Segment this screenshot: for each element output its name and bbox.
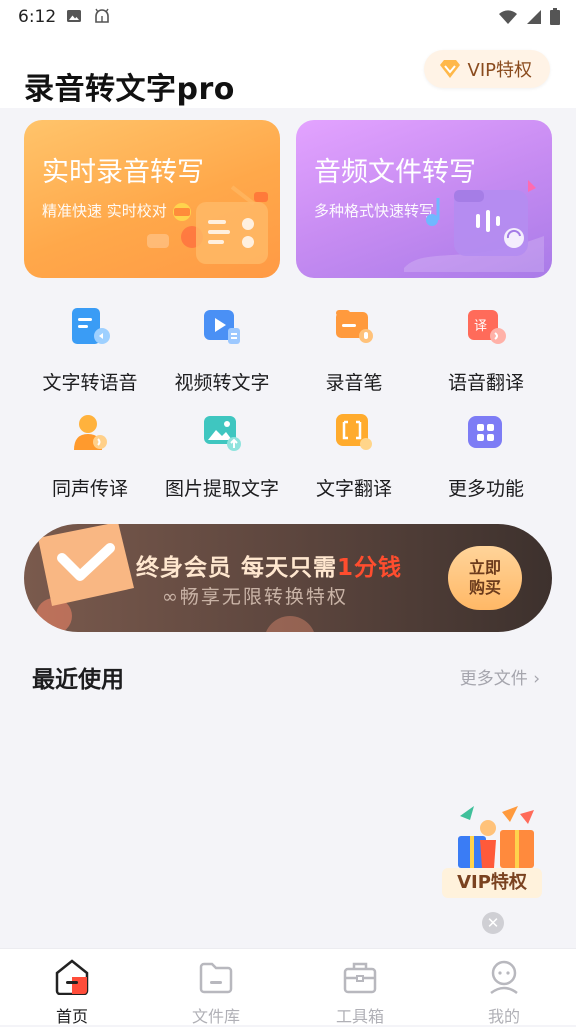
banner-headline: 终身会员 每天只需1分钱: [136, 548, 402, 582]
feature-simultaneous-interpret[interactable]: 同声传译: [24, 410, 156, 501]
video-to-text-icon: [204, 310, 240, 344]
recent-section-title: 最近使用: [32, 667, 124, 693]
tab-profile[interactable]: 我的: [454, 959, 554, 1027]
gift-box-icon: [458, 806, 534, 868]
feature-label: 文字转语音: [42, 372, 138, 394]
feature-more[interactable]: 更多功能: [420, 410, 552, 501]
image-ocr-icon: [204, 416, 241, 451]
radio-icon: [147, 185, 268, 264]
buy-now-button[interactable]: 立即 购买: [448, 546, 522, 610]
recorder-pen-icon: [336, 310, 373, 343]
voice-translate-icon: 译: [468, 310, 506, 344]
feature-recorder-pen[interactable]: 录音笔: [288, 304, 420, 395]
banner-price-highlight: 1分钱: [337, 555, 403, 581]
text-translate-icon: [336, 414, 372, 450]
checkmark-badge-icon: [36, 524, 134, 632]
tab-label: 文件库: [191, 1007, 240, 1026]
vip-privilege-button[interactable]: VIP特权: [423, 50, 550, 88]
banner-headline-text: 终身会员 每天只需: [136, 555, 338, 581]
buy-button-line2: 购买: [468, 578, 501, 597]
feature-label: 文字翻译: [315, 478, 392, 500]
feature-label: 视频转文字: [174, 372, 270, 394]
tab-toolbox[interactable]: 工具箱: [310, 959, 410, 1027]
profile-icon: [490, 960, 518, 995]
status-time: 6:12: [18, 7, 57, 27]
notification-icons: [66, 8, 112, 24]
floating-vip-label: VIP特权: [442, 868, 542, 898]
feature-label: 录音笔: [325, 372, 383, 394]
audio-file-transcribe-card[interactable]: 音频文件转写 多种格式快速转写: [296, 120, 552, 278]
realtime-transcribe-card[interactable]: 实时录音转写 精准快速 实时校对: [24, 120, 280, 278]
feature-label: 语音翻译: [447, 372, 524, 394]
more-features-icon: [468, 416, 502, 448]
tab-file-library[interactable]: 文件库: [166, 959, 266, 1027]
feature-image-ocr[interactable]: 图片提取文字: [156, 410, 288, 501]
app-title: 录音转文字pro: [24, 72, 235, 107]
android-debug-icon: [95, 8, 109, 23]
vip-diamond-icon: [439, 60, 460, 78]
svg-text:译: 译: [474, 319, 487, 334]
wifi-icon: [499, 9, 517, 24]
tab-label: 首页: [55, 1007, 88, 1026]
status-bar: 6:12: [0, 0, 576, 34]
feature-label: 图片提取文字: [164, 478, 279, 500]
image-icon: [67, 10, 81, 22]
tab-home[interactable]: 首页: [22, 959, 122, 1027]
banner-subline: ∞畅享无限转换特权: [162, 586, 348, 608]
audio-folder-icon: [404, 180, 544, 272]
tab-label: 我的: [487, 1007, 520, 1026]
feature-label: 同声传译: [51, 478, 128, 500]
toolbox-icon: [343, 962, 377, 994]
feature-text-translate[interactable]: 文字翻译: [288, 410, 420, 501]
bottom-tab-bar: 首页 文件库 工具箱 我的: [0, 948, 576, 1027]
app-header: 录音转文字pro VIP特权: [0, 34, 576, 108]
lifetime-vip-banner[interactable]: 终身会员 每天只需1分钱 ∞畅享无限转换特权 立即 购买: [24, 524, 552, 632]
feature-label: 更多功能: [447, 478, 524, 500]
feature-voice-translate[interactable]: 译 语音翻译: [420, 304, 552, 395]
folder-icon: [199, 962, 233, 994]
simultaneous-interpret-icon: [74, 415, 107, 450]
more-files-link[interactable]: 更多文件 ›: [460, 664, 540, 689]
vip-label: VIP特权: [467, 60, 532, 81]
close-floating-vip-button[interactable]: ✕: [482, 912, 504, 934]
feature-video-to-text[interactable]: 视频转文字: [156, 304, 288, 395]
decor-circle: [266, 616, 314, 632]
text-to-speech-icon: [72, 308, 110, 344]
system-icons: [498, 8, 560, 25]
floating-vip-widget[interactable]: VIP特权: [440, 806, 546, 902]
buy-button-line1: 立即: [468, 558, 501, 577]
signal-icon: [527, 9, 541, 24]
tab-label: 工具箱: [335, 1007, 384, 1026]
home-icon: [55, 959, 89, 996]
feature-text-to-speech[interactable]: 文字转语音: [24, 304, 156, 395]
battery-icon: [550, 8, 560, 25]
